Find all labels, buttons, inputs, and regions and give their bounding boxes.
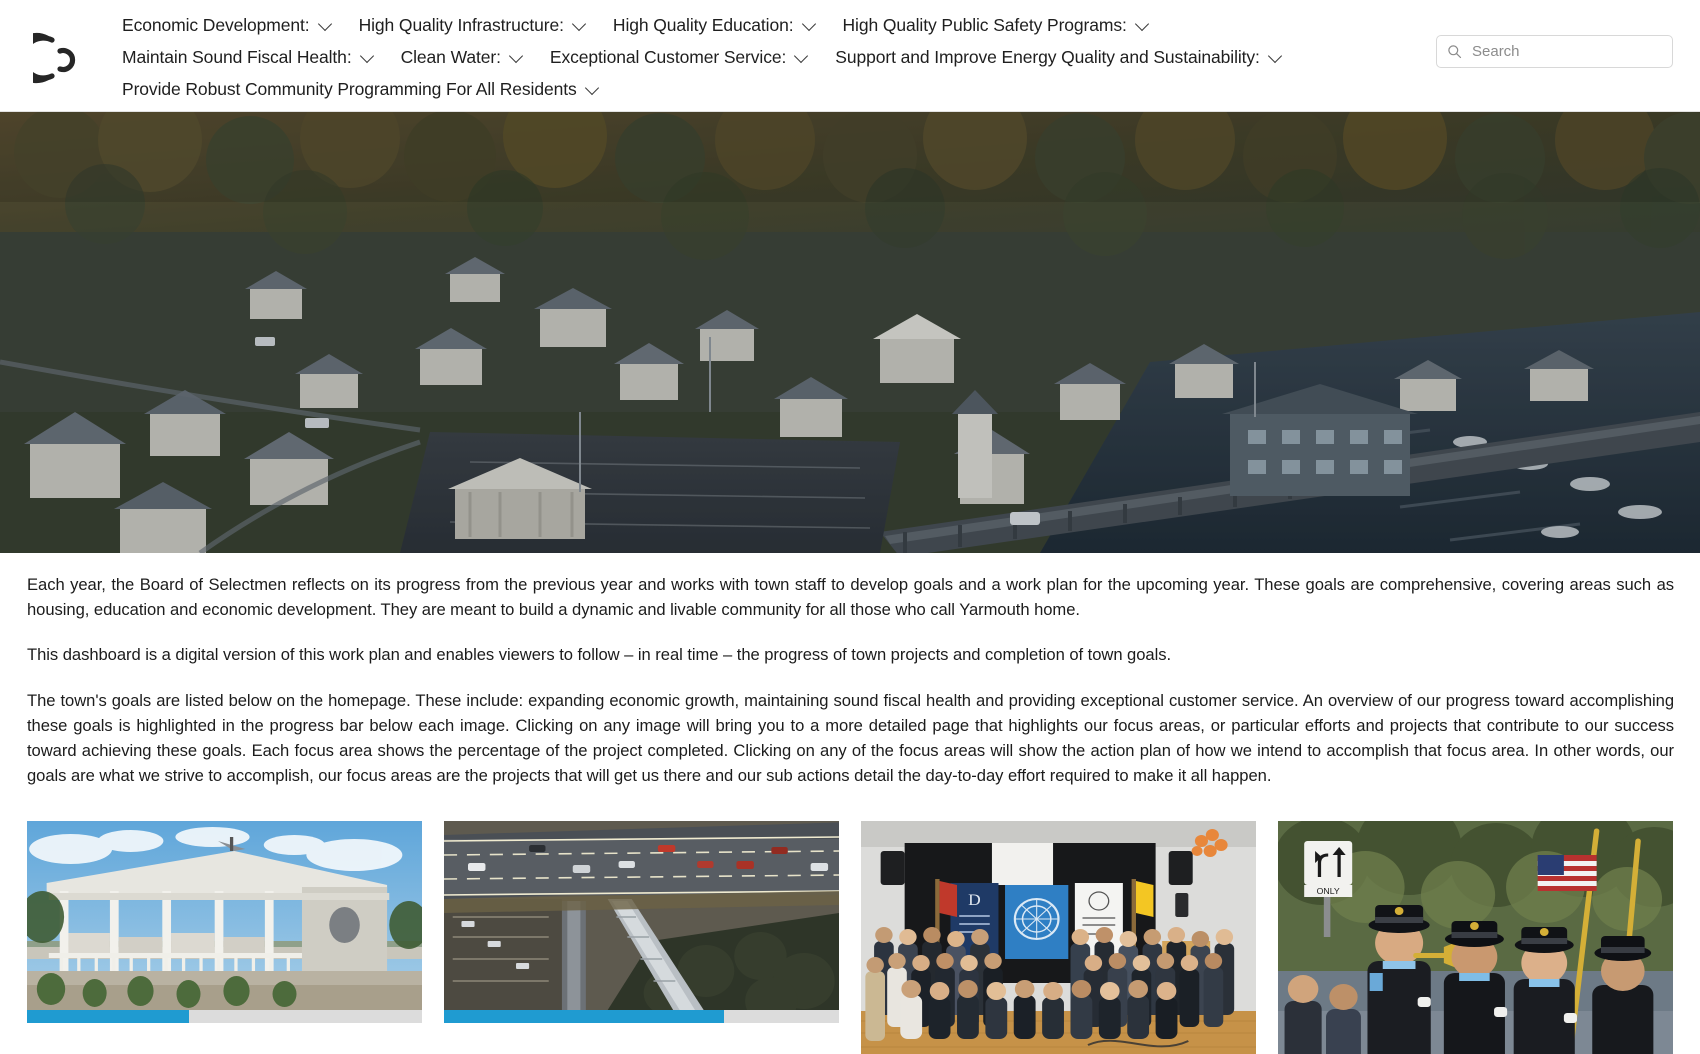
nav-item-economic-development[interactable]: Economic Development: [122, 9, 332, 41]
nav-item-label: High Quality Infrastructure: [358, 15, 564, 35]
nav-item-label: Economic Development: [122, 15, 310, 35]
goal-card-progress-bar [27, 1009, 422, 1023]
nav-item-high-quality-infrastructure[interactable]: High Quality Infrastructure: [359, 9, 586, 41]
nav-item-label: Provide Robust Community Programming For… [122, 79, 577, 99]
chevron-down-icon [573, 18, 586, 31]
town-logo-icon [33, 30, 89, 86]
goal-card-progress-fill [444, 1009, 725, 1023]
svg-text:D: D [968, 890, 981, 908]
nav-item-label: High Quality Public Safety Programs: [842, 15, 1127, 35]
intro-paragraph-2: This dashboard is a digital version of t… [27, 645, 1172, 665]
chevron-down-icon [1136, 18, 1149, 31]
chevron-down-icon [586, 82, 599, 95]
intro-paragraph-3: The town's goals are listed below on the… [27, 690, 1674, 786]
chevron-down-icon [319, 18, 332, 31]
nav-item-label: Maintain Sound Fiscal Health: [122, 47, 352, 67]
search-icon [1447, 44, 1462, 59]
chevron-down-icon [795, 50, 808, 63]
nav-item-label: Support and Improve Energy Quality and S… [835, 47, 1260, 67]
chevron-down-icon [361, 50, 374, 63]
goal-card-progress-fill [27, 1009, 189, 1023]
main-navigation: Economic Development: High Quality Infra… [122, 0, 1412, 105]
chevron-down-icon [510, 50, 523, 63]
nav-item-label: High Quality Education: [612, 15, 794, 35]
goal-card-infrastructure[interactable] [444, 820, 839, 1054]
svg-text:ONLY: ONLY [1317, 886, 1341, 896]
goal-card-public-safety[interactable]: ONLY [1278, 820, 1673, 1054]
search-container [1436, 35, 1673, 68]
goal-card-image [444, 820, 839, 1010]
nav-item-clean-water[interactable]: Clean Water: [401, 41, 523, 73]
logo-link[interactable] [0, 0, 122, 112]
nav-item-exceptional-customer-service[interactable]: Exceptional Customer Service: [550, 41, 808, 73]
goal-card-image: ONLY [1278, 820, 1673, 1054]
nav-item-high-quality-public-safety-programs[interactable]: High Quality Public Safety Programs: [843, 9, 1149, 41]
nav-item-provide-robust-community-programming-for-all-residents[interactable]: Provide Robust Community Programming For… [122, 73, 599, 105]
search-input[interactable] [1470, 42, 1662, 61]
goal-card-education[interactable]: D [861, 820, 1256, 1054]
goal-cards-grid: D ONLY [0, 809, 1700, 1054]
intro-paragraph-1: Each year, the Board of Selectmen reflec… [27, 575, 1674, 620]
goal-card-economic-development[interactable] [27, 820, 422, 1054]
intro-text-block: Each year, the Board of Selectmen reflec… [0, 553, 1700, 789]
goal-card-image [27, 820, 422, 1010]
chevron-down-icon [803, 18, 816, 31]
nav-item-high-quality-education[interactable]: High Quality Education: [613, 9, 816, 41]
hero-image [0, 112, 1700, 553]
nav-item-maintain-sound-fiscal-health[interactable]: Maintain Sound Fiscal Health: [122, 41, 374, 73]
goal-card-image: D [861, 820, 1256, 1054]
chevron-down-icon [1269, 50, 1282, 63]
search-box[interactable] [1436, 35, 1673, 68]
goal-card-progress-bar [444, 1009, 839, 1023]
site-header: Economic Development: High Quality Infra… [0, 0, 1700, 112]
nav-item-support-and-improve-energy-quality-and-sustainability[interactable]: Support and Improve Energy Quality and S… [835, 41, 1282, 73]
nav-item-label: Clean Water: [400, 47, 501, 67]
nav-item-label: Exceptional Customer Service: [549, 47, 787, 67]
